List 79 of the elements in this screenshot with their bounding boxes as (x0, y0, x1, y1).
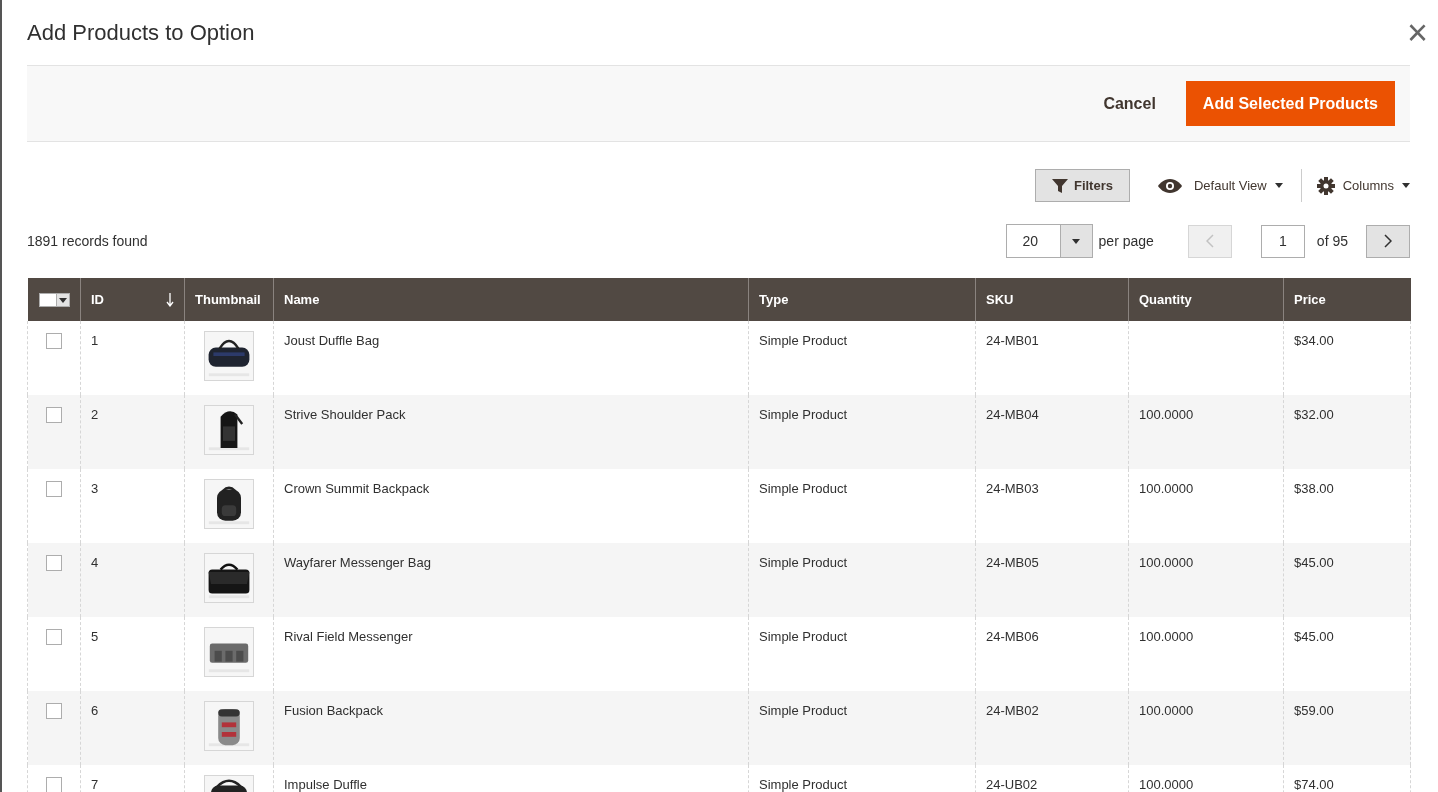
row-checkbox[interactable] (46, 555, 62, 571)
table-cell: $74.00 (1294, 777, 1334, 792)
add-selected-products-button[interactable]: Add Selected Products (1185, 81, 1395, 126)
chevron-left-icon (1205, 234, 1214, 248)
table-cell: 100.0000 (1139, 555, 1194, 570)
table-cell: 5 (91, 629, 99, 644)
column-header[interactable]: ID (80, 278, 185, 321)
column-header[interactable]: Price (1283, 278, 1411, 321)
row-checkbox[interactable] (46, 333, 62, 349)
mass-select-control[interactable] (38, 293, 70, 308)
filters-button[interactable]: Filters (1034, 169, 1130, 202)
table-cell: 24-MB01 (986, 333, 1039, 348)
table-cell: Strive Shoulder Pack (284, 407, 406, 422)
table-cell: 6 (91, 703, 99, 718)
table-cell: $34.00 (1294, 333, 1334, 348)
table-cell: Rival Field Messenger (284, 629, 413, 644)
table-cell: 2 (91, 407, 99, 422)
row-checkbox[interactable] (46, 481, 62, 497)
column-header[interactable]: Name (273, 278, 749, 321)
cancel-button[interactable]: Cancel (1103, 91, 1156, 116)
gear-icon (1316, 176, 1335, 195)
modal-title: Add Products to Option (27, 19, 255, 47)
caret-icon (1072, 238, 1081, 244)
table-cell: 100.0000 (1139, 629, 1194, 644)
per-page-label: per page (1098, 231, 1154, 251)
caret-icon (1402, 183, 1410, 188)
caret-icon (58, 297, 67, 303)
table-cell: Simple Product (759, 703, 848, 718)
records-count: 1891 records found (27, 231, 148, 251)
table-cell: Fusion Backpack (284, 703, 383, 718)
row-checkbox[interactable] (46, 407, 62, 423)
view-dropdown[interactable]: Default View (1157, 175, 1283, 196)
filter-icon (1051, 177, 1068, 194)
table-cell: 24-MB05 (986, 555, 1039, 570)
table-cell: Crown Summit Backpack (284, 481, 430, 496)
table-cell: 100.0000 (1139, 481, 1194, 496)
row-checkbox[interactable] (46, 629, 62, 645)
table-cell: 100.0000 (1139, 407, 1194, 422)
column-header[interactable]: SKU (975, 278, 1129, 321)
table-cell: Joust Duffle Bag (284, 333, 380, 348)
table-cell: Simple Product (759, 333, 848, 348)
table-cell: 7 (91, 777, 99, 792)
table-cell: Simple Product (759, 629, 848, 644)
caret-icon (1274, 183, 1283, 188)
eye-icon (1157, 178, 1182, 193)
column-header[interactable]: Quantity (1128, 278, 1284, 321)
table-cell: Simple Product (759, 555, 848, 570)
sort-arrow-icon (166, 292, 174, 307)
table-cell: 1 (91, 333, 99, 348)
page-count: of 95 (1316, 231, 1348, 251)
table-cell: 24-MB02 (986, 703, 1039, 718)
table-cell: Simple Product (759, 407, 848, 422)
row-checkbox[interactable] (46, 703, 62, 719)
table-cell: Simple Product (759, 777, 848, 792)
table-cell: 24-UB02 (986, 777, 1038, 792)
table-cell: $59.00 (1294, 703, 1334, 718)
row-checkbox[interactable] (46, 777, 62, 792)
per-page-select[interactable]: 20 (1005, 224, 1093, 258)
table-cell: 3 (91, 481, 99, 496)
table-cell: Simple Product (759, 481, 848, 496)
next-page-button[interactable] (1366, 224, 1410, 258)
table-cell: $45.00 (1294, 629, 1334, 644)
close-button[interactable]: × (1406, 14, 1428, 51)
table-cell: $45.00 (1294, 555, 1334, 570)
table-cell: 4 (91, 555, 99, 570)
table-cell: 100.0000 (1139, 777, 1194, 792)
table-cell: $32.00 (1294, 407, 1334, 422)
table-cell: Impulse Duffle (284, 777, 367, 792)
table-cell: Wayfarer Messenger Bag (284, 555, 431, 570)
column-header[interactable]: Type (748, 278, 976, 321)
column-header[interactable]: Thumbnail (184, 278, 274, 321)
chevron-right-icon (1384, 234, 1392, 248)
table-cell: 24-MB06 (986, 629, 1039, 644)
table-cell: 24-MB04 (986, 407, 1039, 422)
table-cell: $38.00 (1294, 481, 1334, 496)
page-field[interactable]: 1 (1260, 224, 1305, 258)
table-cell: 24-MB03 (986, 481, 1039, 496)
columns-dropdown[interactable]: Columns (1316, 175, 1410, 196)
table-cell: 100.0000 (1139, 703, 1194, 718)
